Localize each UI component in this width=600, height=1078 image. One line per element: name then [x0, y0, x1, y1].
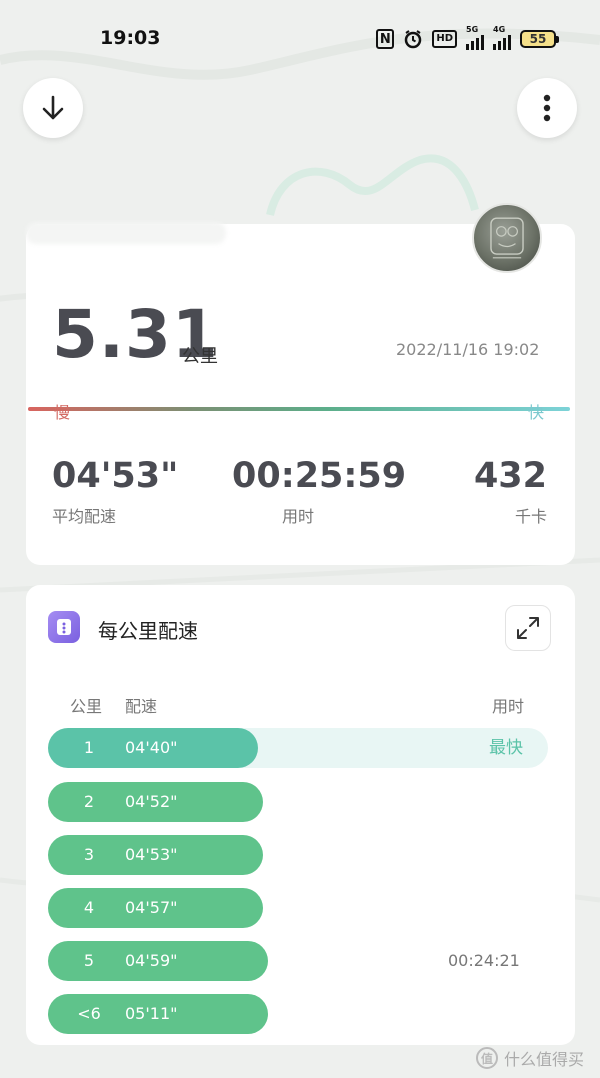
fastest-badge: 最快 [489, 738, 523, 758]
split-row[interactable]: 4 04'57" [48, 888, 548, 928]
download-button[interactable] [23, 78, 83, 138]
hd-voice-icon: HD [432, 30, 457, 48]
expand-button[interactable] [505, 605, 551, 651]
avatar[interactable] [472, 203, 542, 273]
more-options-button[interactable] [517, 78, 577, 138]
split-pace: 04'40" [125, 738, 178, 757]
avg-pace-label: 平均配速 [52, 507, 117, 526]
status-bar: 19:03 N HD 5G 4G 55 [0, 0, 600, 76]
split-pace: 04'59" [125, 951, 178, 970]
arrow-down-icon [42, 95, 64, 120]
more-vertical-icon [543, 94, 551, 122]
speed-gradient-bar [28, 407, 570, 411]
cumulative-time: 00:24:21 [448, 951, 520, 970]
avg-pace-value: 04'53" [52, 456, 179, 496]
split-pace: 04'53" [125, 845, 178, 864]
status-time: 19:03 [100, 27, 161, 49]
battery-icon: 55 [520, 30, 559, 48]
split-km: 2 [83, 792, 95, 811]
blurred-username [26, 222, 226, 244]
split-km: 5 [83, 951, 95, 970]
speed-legend-fast: 快 [528, 403, 545, 422]
watermark: 值 什么值得买 [476, 1046, 584, 1070]
pace-list-icon [48, 611, 80, 643]
watermark-logo-icon: 值 [476, 1047, 498, 1069]
split-pace: 05'11" [125, 1004, 178, 1023]
split-row[interactable]: 5 04'59" 00:24:21 [48, 941, 548, 981]
split-km: 3 [83, 845, 95, 864]
split-km: 1 [83, 738, 95, 757]
split-row[interactable]: 3 04'53" [48, 835, 548, 875]
split-pace: 04'52" [125, 792, 178, 811]
calories-value: 432 [473, 456, 547, 496]
run-datetime: 2022/11/16 19:02 [396, 340, 540, 359]
avatar-image [490, 217, 524, 259]
duration-value: 00:25:59 [232, 456, 407, 496]
nfc-icon: N [376, 29, 395, 49]
speed-legend-slow: 慢 [54, 403, 71, 422]
distance-unit: 公里 [182, 346, 218, 367]
split-pace: 04'57" [125, 898, 178, 917]
calories-label: 千卡 [514, 507, 547, 526]
split-km: <6 [77, 1004, 101, 1023]
alarm-icon [403, 28, 423, 50]
split-row[interactable]: 1 04'40" 最快 [48, 728, 548, 768]
expand-icon [517, 617, 539, 639]
signal-5g-icon: 5G [466, 25, 484, 50]
split-km: 4 [83, 898, 95, 917]
column-header-pace: 配速 [125, 697, 158, 716]
split-row[interactable]: 2 04'52" [48, 782, 548, 822]
column-header-km: 公里 [70, 697, 103, 716]
split-row[interactable]: <6 05'11" [48, 994, 548, 1034]
watermark-text: 什么值得买 [504, 1050, 585, 1069]
signal-5g-label: 5G [466, 25, 479, 34]
signal-4g-label: 4G [493, 25, 506, 34]
duration-label: 用时 [282, 507, 315, 526]
splits-title: 每公里配速 [98, 619, 198, 643]
signal-4g-icon: 4G [493, 25, 511, 50]
status-icons: N HD 5G 4G 55 [376, 25, 559, 52]
column-header-time: 用时 [492, 697, 525, 716]
